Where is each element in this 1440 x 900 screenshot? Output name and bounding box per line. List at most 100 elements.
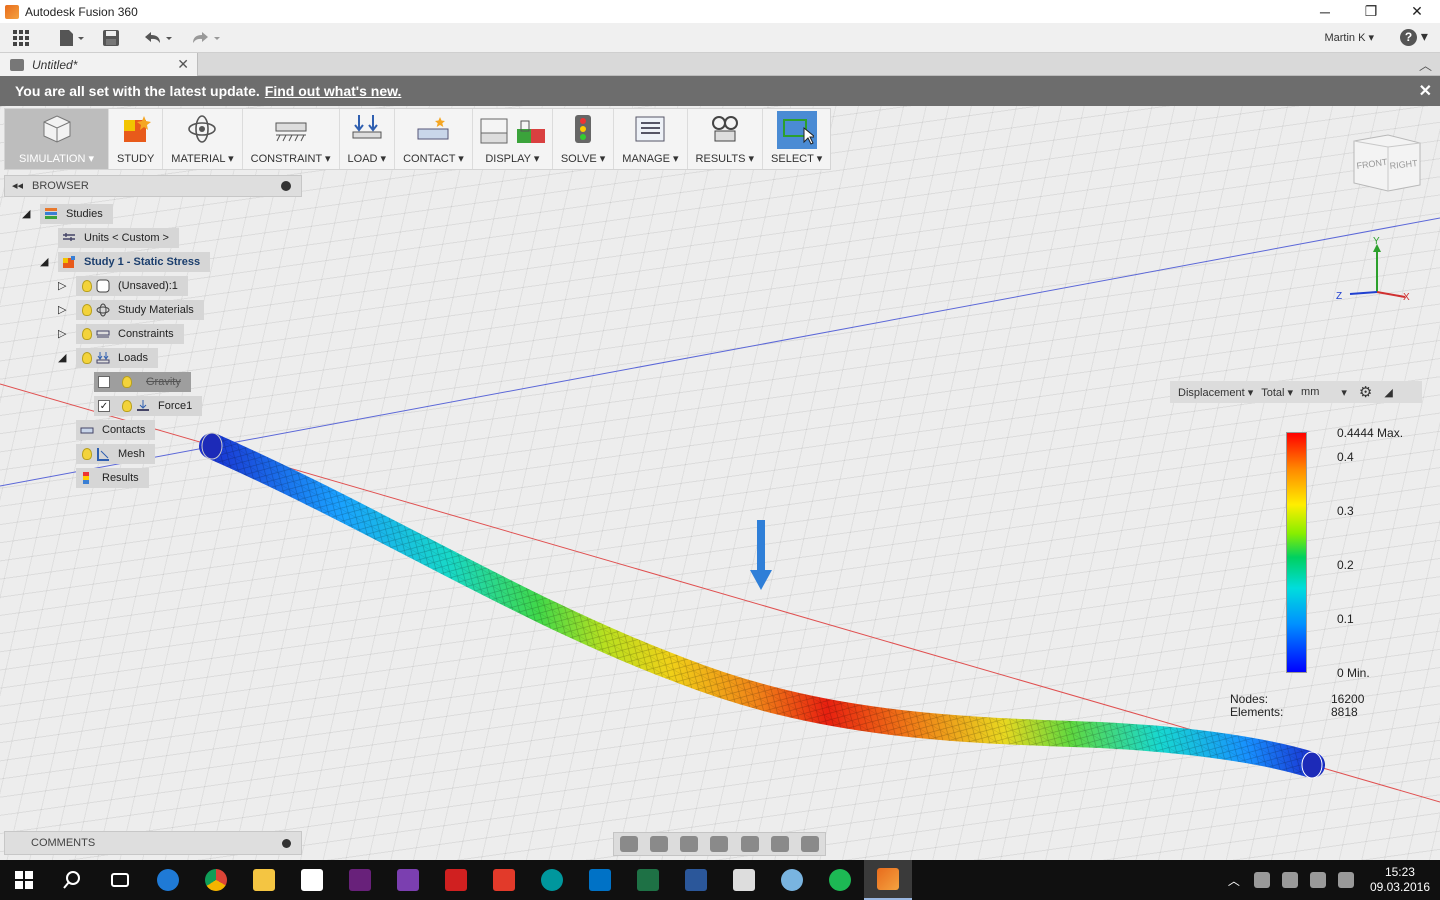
tree-node-loads[interactable]: Loads <box>76 348 158 368</box>
visibility-bulb-icon[interactable] <box>82 352 92 364</box>
close-tab-button[interactable]: ✕ <box>177 56 189 73</box>
redo-button[interactable] <box>184 23 228 53</box>
minimize-button[interactable]: ─ <box>1302 0 1348 23</box>
notification-icon[interactable] <box>1337 872 1354 888</box>
tree-node-results[interactable]: Results <box>76 468 149 488</box>
whats-new-link[interactable]: Find out what's new. <box>265 83 402 99</box>
tree-node-study-materials[interactable]: Study Materials <box>76 300 204 320</box>
chrome-button[interactable] <box>192 860 240 900</box>
data-panel-button[interactable] <box>6 23 36 53</box>
tree-node-studies[interactable]: Studies <box>40 204 113 224</box>
tree-node-gravity[interactable]: Gravity <box>94 372 191 392</box>
select-button[interactable]: SELECT ▾ <box>763 109 830 169</box>
load-button[interactable]: LOAD ▾ <box>340 109 396 169</box>
expand-materials-icon[interactable]: ▷ <box>58 304 70 316</box>
collapse-browser-icon[interactable]: ◂◂ <box>12 179 23 192</box>
calculator-button[interactable] <box>720 860 768 900</box>
study-button[interactable]: STUDY <box>109 109 164 169</box>
browser-panel-header[interactable]: ◂◂ BROWSER <box>4 175 302 197</box>
visibility-bulb-icon[interactable] <box>82 328 92 340</box>
constraint-button[interactable]: CONSTRAINT ▾ <box>243 109 340 169</box>
comments-panel[interactable]: COMMENTS <box>4 831 302 855</box>
gravity-checkbox[interactable] <box>98 376 110 388</box>
minimize-browser-icon[interactable] <box>281 181 291 191</box>
start-button[interactable] <box>0 860 48 900</box>
tree-node-units[interactable]: Units < Custom > <box>58 228 179 248</box>
restore-button[interactable]: ❐ <box>1348 0 1394 23</box>
zoom-window-icon[interactable] <box>740 836 759 852</box>
expand-studies-icon[interactable]: ◢ <box>22 208 34 220</box>
outlook-button[interactable] <box>576 860 624 900</box>
expand-unsaved-icon[interactable]: ▷ <box>58 280 70 292</box>
display-settings-icon[interactable] <box>770 836 789 852</box>
unit-dropdown[interactable]: mm <box>1301 386 1319 398</box>
save-button[interactable] <box>96 23 126 53</box>
workspace-switcher[interactable]: SIMULATION ▾ <box>5 109 109 169</box>
app-d-button[interactable] <box>432 860 480 900</box>
orbit-icon[interactable] <box>620 836 639 852</box>
tree-node-study1[interactable]: Study 1 - Static Stress <box>58 252 211 272</box>
manage-button[interactable]: MANAGE ▾ <box>614 109 688 169</box>
result-type-dropdown[interactable]: Displacement ▾ <box>1178 386 1253 399</box>
tree-node-mesh[interactable]: Mesh <box>76 444 155 464</box>
excel-button[interactable] <box>624 860 672 900</box>
vb-button[interactable] <box>384 860 432 900</box>
contact-button[interactable]: CONTACT ▾ <box>395 109 473 169</box>
grid-settings-icon[interactable] <box>800 836 819 852</box>
pan-hand-icon[interactable] <box>680 836 699 852</box>
volume-icon[interactable] <box>1309 872 1326 888</box>
visibility-bulb-icon[interactable] <box>122 376 132 388</box>
settings-gear-icon[interactable]: ⚙ <box>1359 383 1372 401</box>
user-menu[interactable]: Martin K ▾ <box>1324 31 1374 44</box>
solve-button[interactable]: SOLVE ▾ <box>553 109 615 169</box>
taskbar-clock[interactable]: 15:23 09.03.2016 <box>1370 865 1430 895</box>
study1-label: Study 1 - Static Stress <box>84 256 201 268</box>
tree-node-force1[interactable]: ✓ Force1 <box>94 396 203 416</box>
view-cube[interactable]: FRONT RIGHT <box>1352 133 1422 193</box>
visual-studio-button[interactable] <box>336 860 384 900</box>
force1-checkbox[interactable]: ✓ <box>98 400 110 412</box>
file-menu-button[interactable] <box>52 23 92 53</box>
fusion-taskbar-button[interactable] <box>864 860 912 900</box>
close-window-button[interactable]: ✕ <box>1394 0 1440 23</box>
display-button[interactable]: DISPLAY ▾ <box>473 109 553 169</box>
canvas-viewport[interactable]: Y X Z <box>0 106 1440 860</box>
visibility-bulb-icon[interactable] <box>82 304 92 316</box>
show-hidden-icons-icon[interactable]: ︿ <box>1228 872 1240 889</box>
app-f-button[interactable] <box>480 860 528 900</box>
tree-node-contacts[interactable]: Contacts <box>76 420 156 440</box>
help-button[interactable]: ? ▾ <box>1400 28 1430 46</box>
expand-loads-icon[interactable]: ◢ <box>58 352 70 364</box>
task-view-button[interactable] <box>96 860 144 900</box>
file-explorer-button[interactable] <box>240 860 288 900</box>
word-button[interactable] <box>672 860 720 900</box>
visibility-bulb-icon[interactable] <box>82 280 92 292</box>
result-component-dropdown[interactable]: Total ▾ <box>1261 386 1293 399</box>
tree-node-unsaved[interactable]: (Unsaved):1 <box>76 276 188 296</box>
store-button[interactable] <box>288 860 336 900</box>
material-button[interactable]: MATERIAL ▾ <box>163 109 243 169</box>
unit-dropdown-arrow-icon[interactable]: ▾ <box>1341 386 1347 399</box>
battery-icon[interactable] <box>1253 872 1270 888</box>
spotify-button[interactable] <box>816 860 864 900</box>
force-load-arrow-icon[interactable] <box>750 520 772 590</box>
expand-study1-icon[interactable]: ◢ <box>40 256 52 268</box>
wifi-icon[interactable] <box>1281 872 1298 888</box>
arduino-button[interactable] <box>528 860 576 900</box>
undo-button[interactable] <box>136 23 180 53</box>
edge-button[interactable] <box>144 860 192 900</box>
expand-constraints-icon[interactable]: ▷ <box>58 328 70 340</box>
zoom-icon[interactable] <box>710 836 729 852</box>
collapse-results-icon[interactable]: ◢ <box>1384 386 1392 399</box>
visibility-bulb-icon[interactable] <box>122 400 132 412</box>
search-button[interactable] <box>48 860 96 900</box>
look-at-icon[interactable] <box>650 836 669 852</box>
visibility-bulb-icon[interactable] <box>82 448 92 460</box>
document-tab[interactable]: Untitled* ✕ <box>0 53 198 76</box>
results-button[interactable]: RESULTS ▾ <box>688 109 764 169</box>
collapse-chevron-icon[interactable]: ︿ <box>1419 55 1432 74</box>
add-comment-icon[interactable] <box>282 839 291 848</box>
tree-node-constraints[interactable]: Constraints <box>76 324 184 344</box>
banner-close-button[interactable]: ✕ <box>1419 81 1432 101</box>
paint-button[interactable] <box>768 860 816 900</box>
